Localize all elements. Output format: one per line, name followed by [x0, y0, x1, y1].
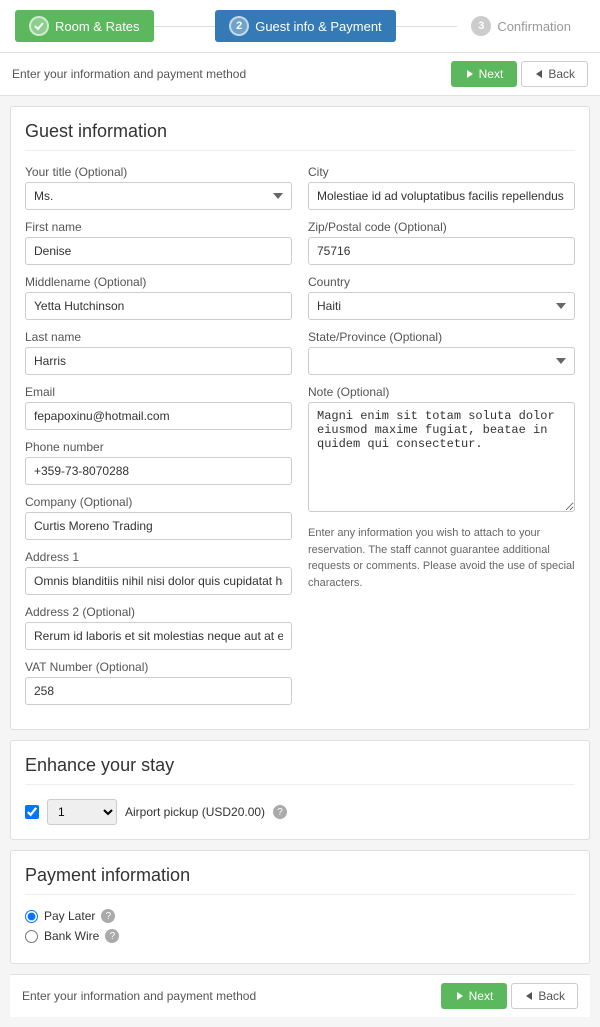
lastname-input[interactable] [25, 347, 292, 375]
top-back-button[interactable]: Back [521, 61, 588, 87]
arrow-left-icon [534, 69, 544, 79]
payment-section: Payment information Pay Later ? Bank Wir… [10, 850, 590, 964]
guest-info-section: Guest information Your title (Optional) … [10, 106, 590, 730]
enhance-section: Enhance your stay 1 2 3 Airport pickup (… [10, 740, 590, 840]
vat-input[interactable] [25, 677, 292, 705]
company-group: Company (Optional) [25, 495, 292, 540]
pay-later-help-icon[interactable]: ? [101, 909, 115, 923]
step-divider-1 [154, 26, 216, 27]
zip-input[interactable] [308, 237, 575, 265]
guest-form-row: Your title (Optional) Ms. Mr. Mrs. Dr. F… [25, 165, 575, 715]
payment-title: Payment information [25, 865, 575, 895]
phone-input[interactable] [25, 457, 292, 485]
address1-label: Address 1 [25, 550, 292, 564]
guest-form-left: Your title (Optional) Ms. Mr. Mrs. Dr. F… [25, 165, 292, 715]
company-label: Company (Optional) [25, 495, 292, 509]
bottom-bar-text: Enter your information and payment metho… [22, 989, 256, 1003]
arrow-left-icon-bottom [524, 991, 534, 1001]
step-1-label: Room & Rates [55, 19, 140, 34]
company-input[interactable] [25, 512, 292, 540]
city-label: City [308, 165, 575, 179]
city-input[interactable] [308, 182, 575, 210]
top-bar: Enter your information and payment metho… [0, 53, 600, 96]
state-select[interactable] [308, 347, 575, 375]
step-3[interactable]: 3 Confirmation [457, 10, 585, 42]
country-label: Country [308, 275, 575, 289]
arrow-right-icon-bottom [455, 991, 465, 1001]
middlename-group: Middlename (Optional) [25, 275, 292, 320]
vat-group: VAT Number (Optional) [25, 660, 292, 705]
step-3-circle: 3 [471, 16, 491, 36]
pay-later-label: Pay Later [44, 909, 95, 923]
address1-group: Address 1 [25, 550, 292, 595]
title-select[interactable]: Ms. Mr. Mrs. Dr. [25, 182, 292, 210]
bottom-bar: Enter your information and payment metho… [10, 974, 590, 1017]
email-input[interactable] [25, 402, 292, 430]
city-group: City [308, 165, 575, 210]
middlename-input[interactable] [25, 292, 292, 320]
bottom-bar-buttons: Next Back [441, 983, 578, 1009]
state-group: State/Province (Optional) [308, 330, 575, 375]
bank-wire-radio[interactable] [25, 930, 38, 943]
vat-label: VAT Number (Optional) [25, 660, 292, 674]
top-bar-text: Enter your information and payment metho… [12, 67, 246, 81]
top-next-button[interactable]: Next [451, 61, 518, 87]
step-1-circle [29, 16, 49, 36]
pay-later-radio[interactable] [25, 910, 38, 923]
guest-form-right: City Zip/Postal code (Optional) Country … [308, 165, 575, 715]
firstname-group: First name [25, 220, 292, 265]
enhance-row: 1 2 3 Airport pickup (USD20.00) ? [25, 799, 575, 825]
title-group: Your title (Optional) Ms. Mr. Mrs. Dr. [25, 165, 292, 210]
bottom-back-button[interactable]: Back [511, 983, 578, 1009]
zip-group: Zip/Postal code (Optional) [308, 220, 575, 265]
airport-label: Airport pickup (USD20.00) [125, 805, 265, 819]
firstname-input[interactable] [25, 237, 292, 265]
email-label: Email [25, 385, 292, 399]
title-label: Your title (Optional) [25, 165, 292, 179]
step-3-label: Confirmation [497, 19, 571, 34]
note-textarea[interactable] [308, 402, 575, 512]
note-group: Note (Optional) [308, 385, 575, 515]
phone-label: Phone number [25, 440, 292, 454]
address1-input[interactable] [25, 567, 292, 595]
bottom-next-button[interactable]: Next [441, 983, 508, 1009]
guest-info-title: Guest information [25, 121, 575, 151]
address2-input[interactable] [25, 622, 292, 650]
lastname-group: Last name [25, 330, 292, 375]
email-group: Email [25, 385, 292, 430]
airport-qty-select[interactable]: 1 2 3 [47, 799, 117, 825]
country-select[interactable]: Haiti USA UK Canada [308, 292, 575, 320]
bank-wire-label: Bank Wire [44, 929, 99, 943]
bank-wire-row: Bank Wire ? [25, 929, 575, 943]
step-2[interactable]: 2 Guest info & Payment [215, 10, 395, 42]
top-bar-buttons: Next Back [451, 61, 588, 87]
enhance-title: Enhance your stay [25, 755, 575, 785]
arrow-right-icon [465, 69, 475, 79]
address2-label: Address 2 (Optional) [25, 605, 292, 619]
airport-checkbox[interactable] [25, 805, 39, 819]
zip-label: Zip/Postal code (Optional) [308, 220, 575, 234]
enhance-help-icon[interactable]: ? [273, 805, 287, 819]
address2-group: Address 2 (Optional) [25, 605, 292, 650]
step-2-circle: 2 [229, 16, 249, 36]
phone-group: Phone number [25, 440, 292, 485]
lastname-label: Last name [25, 330, 292, 344]
country-group: Country Haiti USA UK Canada [308, 275, 575, 320]
step-2-label: Guest info & Payment [255, 19, 381, 34]
pay-later-row: Pay Later ? [25, 909, 575, 923]
bank-wire-help-icon[interactable]: ? [105, 929, 119, 943]
note-hint: Enter any information you wish to attach… [308, 525, 575, 591]
step-divider-2 [396, 26, 458, 27]
step-1[interactable]: Room & Rates [15, 10, 154, 42]
stepper: Room & Rates 2 Guest info & Payment 3 Co… [0, 0, 600, 53]
note-label: Note (Optional) [308, 385, 575, 399]
firstname-label: First name [25, 220, 292, 234]
middlename-label: Middlename (Optional) [25, 275, 292, 289]
state-label: State/Province (Optional) [308, 330, 575, 344]
